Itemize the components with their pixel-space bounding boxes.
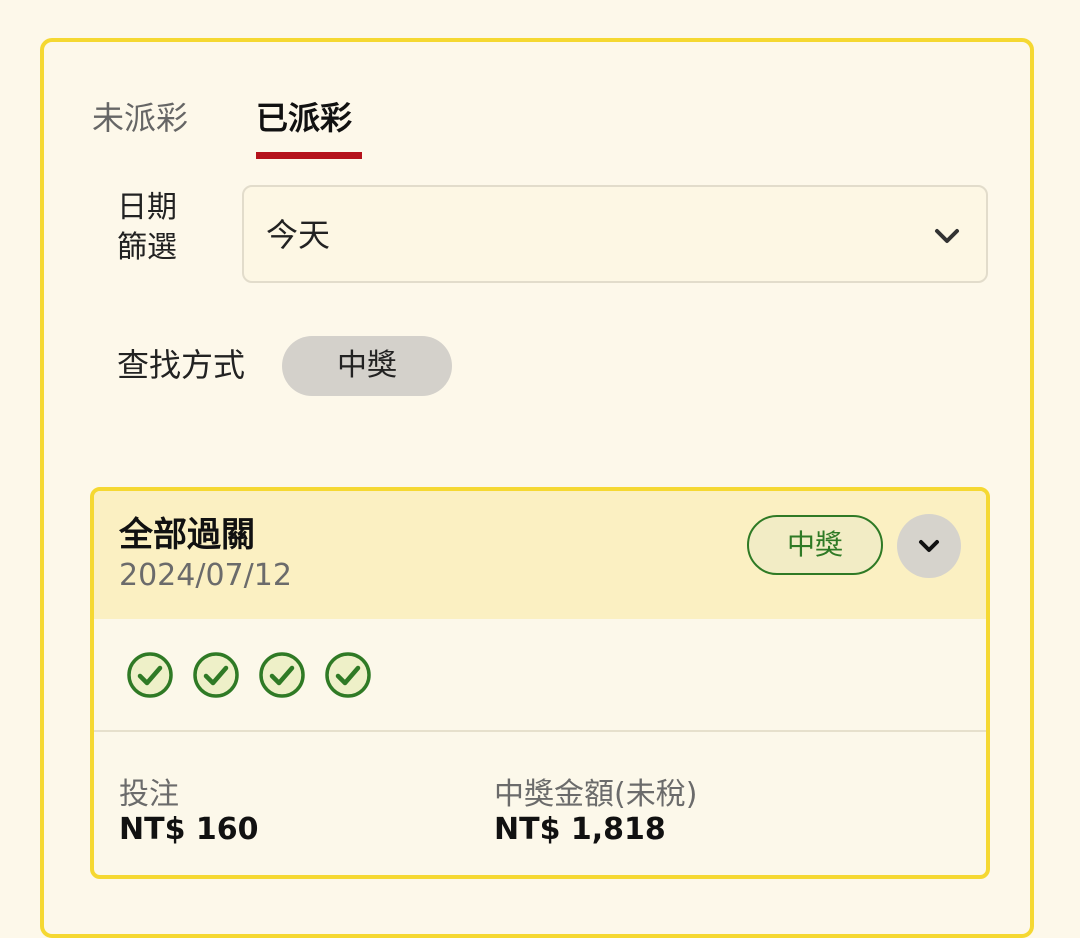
status-badge: 中獎	[747, 515, 883, 575]
bet-card: 全部過關 2024/07/12 中獎 投注 NT$ 160 中獎金額(未稅) N…	[90, 487, 990, 879]
expand-button[interactable]	[897, 514, 961, 578]
date-filter-label-line1: 日期	[117, 190, 177, 225]
stake-value: NT$ 160	[119, 812, 259, 847]
check-circle-icon	[192, 651, 240, 699]
date-filter-value: 今天	[266, 216, 331, 254]
active-tab-indicator	[256, 152, 362, 159]
check-circle-icon	[258, 651, 306, 699]
payout-value: NT$ 1,818	[494, 812, 666, 847]
win-filter-chip[interactable]: 中獎	[282, 336, 452, 396]
bet-type-title: 全部過關	[119, 515, 255, 555]
check-circle-icon	[324, 651, 372, 699]
date-filter-label-line2: 篩選	[117, 230, 177, 265]
payout-label: 中獎金額(未稅)	[494, 777, 698, 812]
date-filter-label: 日期 篩選	[117, 188, 177, 268]
bet-date: 2024/07/12	[119, 558, 292, 593]
bet-card-header[interactable]: 全部過關 2024/07/12 中獎	[94, 491, 986, 619]
check-circle-icon	[126, 651, 174, 699]
search-method-label: 查找方式	[117, 346, 246, 384]
stake-label: 投注	[119, 777, 179, 812]
legs-result-row	[94, 619, 986, 732]
chevron-down-icon	[930, 219, 964, 253]
tab-unsettled[interactable]: 未派彩	[92, 98, 188, 138]
date-filter-select[interactable]: 今天	[242, 185, 988, 283]
tab-settled[interactable]: 已派彩	[256, 98, 352, 138]
